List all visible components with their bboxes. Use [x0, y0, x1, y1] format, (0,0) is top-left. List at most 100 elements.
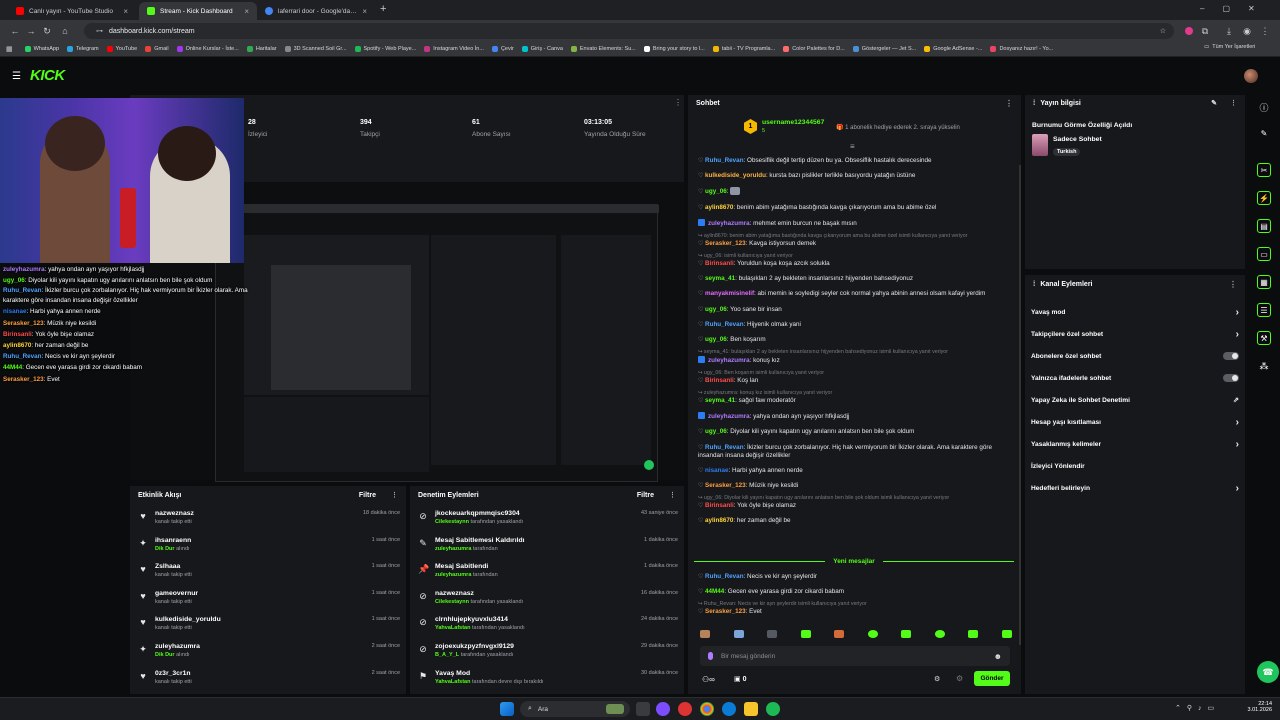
app-icon[interactable]	[656, 702, 670, 716]
bookmark-item[interactable]: Spotify - Web Playe...	[351, 46, 421, 52]
new-tab-button[interactable]: +	[380, 3, 386, 15]
hamburger-menu-icon[interactable]: ☰	[12, 71, 21, 82]
settings-rail-icon[interactable]: ☰	[1257, 303, 1271, 317]
chat-message[interactable]: ♡ manyakmisinelif: abi memin ie soyledig…	[698, 287, 1014, 302]
activity-menu-icon[interactable]: ⋮	[391, 491, 398, 499]
chat-username[interactable]: seyma_41	[705, 397, 735, 404]
reload-icon[interactable]: ↻	[40, 24, 54, 38]
send-button[interactable]: Gönder	[974, 671, 1010, 686]
chat-message[interactable]: ♡ Ruhu_Revan: Necis ve kir ayn şeylerdir	[698, 569, 1014, 584]
app-icon[interactable]	[678, 702, 692, 716]
points-display[interactable]: ▣ 0	[734, 675, 746, 683]
emote-icon[interactable]	[934, 630, 945, 638]
bookmark-item[interactable]: Envato Elements: Su...	[567, 46, 640, 52]
toggle-switch[interactable]	[1223, 374, 1239, 382]
chat-username[interactable]: Serasker_123	[705, 482, 746, 489]
system-tray-icons[interactable]: ⌃⚲♪▭	[1175, 704, 1220, 712]
bookmark-item[interactable]: YouTube	[103, 46, 142, 52]
support-chat-icon[interactable]: ☎	[1257, 661, 1279, 683]
window-controls[interactable]: –▢✕	[1200, 4, 1273, 13]
chat-message[interactable]: ♡ kulkediside_yoruldu: kursta bazı pisli…	[698, 168, 1014, 183]
chat-username[interactable]: kulkediside_yoruldu	[705, 172, 766, 179]
all-bookmarks[interactable]: ▭ Tüm Yer İşaretleri	[1200, 44, 1260, 50]
windows-start-icon[interactable]	[500, 702, 514, 716]
toggle-switch[interactable]	[1223, 352, 1239, 360]
bookmark-item[interactable]: Online Kurslar - İste...	[173, 46, 243, 52]
chat-message[interactable]: ♡ ugy_06:	[698, 184, 1014, 200]
row-actor[interactable]: Cilekestaynn	[435, 599, 469, 605]
action-emote-only-chat[interactable]: Yalnızca ifadelerle sohbet	[1025, 367, 1245, 389]
chat-message[interactable]: ♡ Serasker_123: Müzik niye kesildi	[698, 479, 1014, 494]
chat-username[interactable]: Serasker_123	[705, 608, 746, 615]
home-icon[interactable]: ⌂	[58, 24, 72, 38]
info-icon[interactable]: ⓘ	[1257, 100, 1271, 114]
activity-row[interactable]: ♥ kulkediside_yoruldu kanalı takip etti 1 s…	[138, 616, 400, 643]
action-slow-mode[interactable]: Yavaş mod ›	[1025, 301, 1245, 323]
moderation-filter-button[interactable]: Filtre	[637, 492, 654, 499]
emote-icon[interactable]	[700, 630, 710, 638]
mod-tool-icon[interactable]: ✂	[1257, 163, 1271, 177]
row-actor[interactable]: Dik Dur	[155, 652, 175, 658]
activity-row[interactable]: ✦ zuleyhazumra Dik Dur alındı 2 saat önce	[138, 643, 400, 670]
chat-input[interactable]: Bir mesaj gönderin ☻	[700, 646, 1010, 666]
bookmark-item[interactable]: Giriş - Canva	[518, 46, 567, 52]
moderation-row[interactable]: ⊘ clrnhlujepkyuvxlu3414 YahvaLafstan taraf…	[418, 616, 678, 643]
chat-bubble-icon[interactable]: ▭	[1257, 247, 1271, 261]
chat-username[interactable]: zuleyhazumra	[708, 220, 750, 227]
chat-username[interactable]: Birinsanli	[705, 260, 734, 267]
action-set-goals[interactable]: Hedefleri belirleyin ›	[1025, 477, 1245, 499]
chat-message[interactable]: ♡ nisanae: Harbi yahya annen nerde	[698, 463, 1014, 478]
clipboard-icon[interactable]: ▤	[1257, 219, 1271, 233]
edge-icon[interactable]	[722, 702, 736, 716]
drag-handle-icon[interactable]: ⁞	[1033, 281, 1035, 288]
bookmark-item[interactable]: tabii - TV Programla...	[709, 46, 779, 52]
moderation-menu-icon[interactable]: ⋮	[669, 491, 676, 499]
moderation-row[interactable]: 📌 Mesaj Sabitlendi zuleyhazumra tarafından…	[418, 563, 678, 590]
bookmark-item[interactable]: Google AdSense -...	[920, 46, 986, 52]
microphone-icon[interactable]	[708, 652, 713, 660]
chat-message[interactable]: ♡ Ruhu_Revan: Obsesiflik değil tertip dü…	[698, 153, 1014, 168]
bookmark-item[interactable]: Çevir	[488, 46, 518, 52]
emote-icon[interactable]	[767, 630, 778, 638]
stream-info-menu-icon[interactable]: ⋮	[1230, 99, 1237, 107]
bookmark-item[interactable]: Göstergeler — Jet S...	[849, 46, 920, 52]
wrench-icon[interactable]: ⚒	[1257, 331, 1271, 345]
stream-panel-menu-icon[interactable]: ⋮	[674, 98, 682, 107]
chat-username[interactable]: aylin8670	[705, 204, 733, 211]
action-subscribers-only-chat[interactable]: Abonelere özel sohbet	[1025, 345, 1245, 367]
chat-settings-icon[interactable]: ⚙	[934, 675, 940, 683]
action-account-age[interactable]: Hesap yaşı kısıtlaması ›	[1025, 411, 1245, 433]
task-view-icon[interactable]	[636, 702, 650, 716]
stream-tag[interactable]: Turkish	[1053, 148, 1081, 156]
site-info-icon[interactable]: ⊶	[96, 27, 103, 35]
profile-icon[interactable]: ◉	[1240, 24, 1254, 38]
chat-message[interactable]: zuleyhazumra: mehmet emin burcun ne başa…	[698, 216, 1014, 232]
emote-icon[interactable]	[867, 630, 878, 638]
row-actor[interactable]: YahvaLafstan	[435, 625, 470, 631]
emote-icon[interactable]	[800, 630, 811, 638]
downloads-icon[interactable]: ⤓	[1222, 24, 1236, 38]
stream-preview-video[interactable]	[215, 204, 659, 482]
chat-message[interactable]: ↪ Ruhu_Revan: Necis ve kir ayn şeylerdir…	[698, 600, 1014, 620]
chat-menu-icon[interactable]: ⋮	[1005, 99, 1013, 108]
emoji-icon[interactable]: ☻	[994, 652, 1002, 661]
chat-users-icon[interactable]: ⚇∞	[702, 675, 715, 684]
chat-tools-icon[interactable]: ⚙	[956, 674, 963, 683]
bookmark-item[interactable]: Bring your story to l...	[640, 46, 709, 52]
chat-username[interactable]: ugy_06	[705, 428, 727, 435]
chat-message[interactable]: ↪ zuleyhazumra: konuş kız isimli kullanı…	[698, 389, 1014, 409]
bookmark-item[interactable]: Haritalar	[243, 46, 281, 52]
chat-username[interactable]: 44M44	[705, 588, 724, 595]
chat-message[interactable]: zuleyhazumra: yahya ondan ayrı yaşıyor h…	[698, 408, 1014, 424]
chat-message[interactable]: ↪ ugy_06: isimli kullanıcıya yanıt veriy…	[698, 252, 1014, 272]
chat-message[interactable]: ↪ aylin8670: benim abim yatağıma bastığı…	[698, 232, 1014, 252]
chat-message[interactable]: ↪ ugy_06: Diyolar kili yayını kapatın ug…	[698, 494, 1014, 514]
row-actor[interactable]: Dik Dur	[155, 546, 175, 552]
emote-icon[interactable]	[968, 630, 979, 638]
chat-message[interactable]: ♡ ugy_06: Diyolar kili yayını kapatın ug…	[698, 425, 1014, 440]
row-actor[interactable]: B_A_Y_L	[435, 652, 459, 658]
row-actor[interactable]: zuleyhazumra	[435, 546, 471, 552]
activity-row[interactable]: ♥ Zslhaaa kanalı takip etti 1 saat önce	[138, 563, 400, 590]
edit-icon[interactable]: ✎	[1211, 99, 1217, 107]
emote-icon[interactable]	[901, 630, 912, 638]
